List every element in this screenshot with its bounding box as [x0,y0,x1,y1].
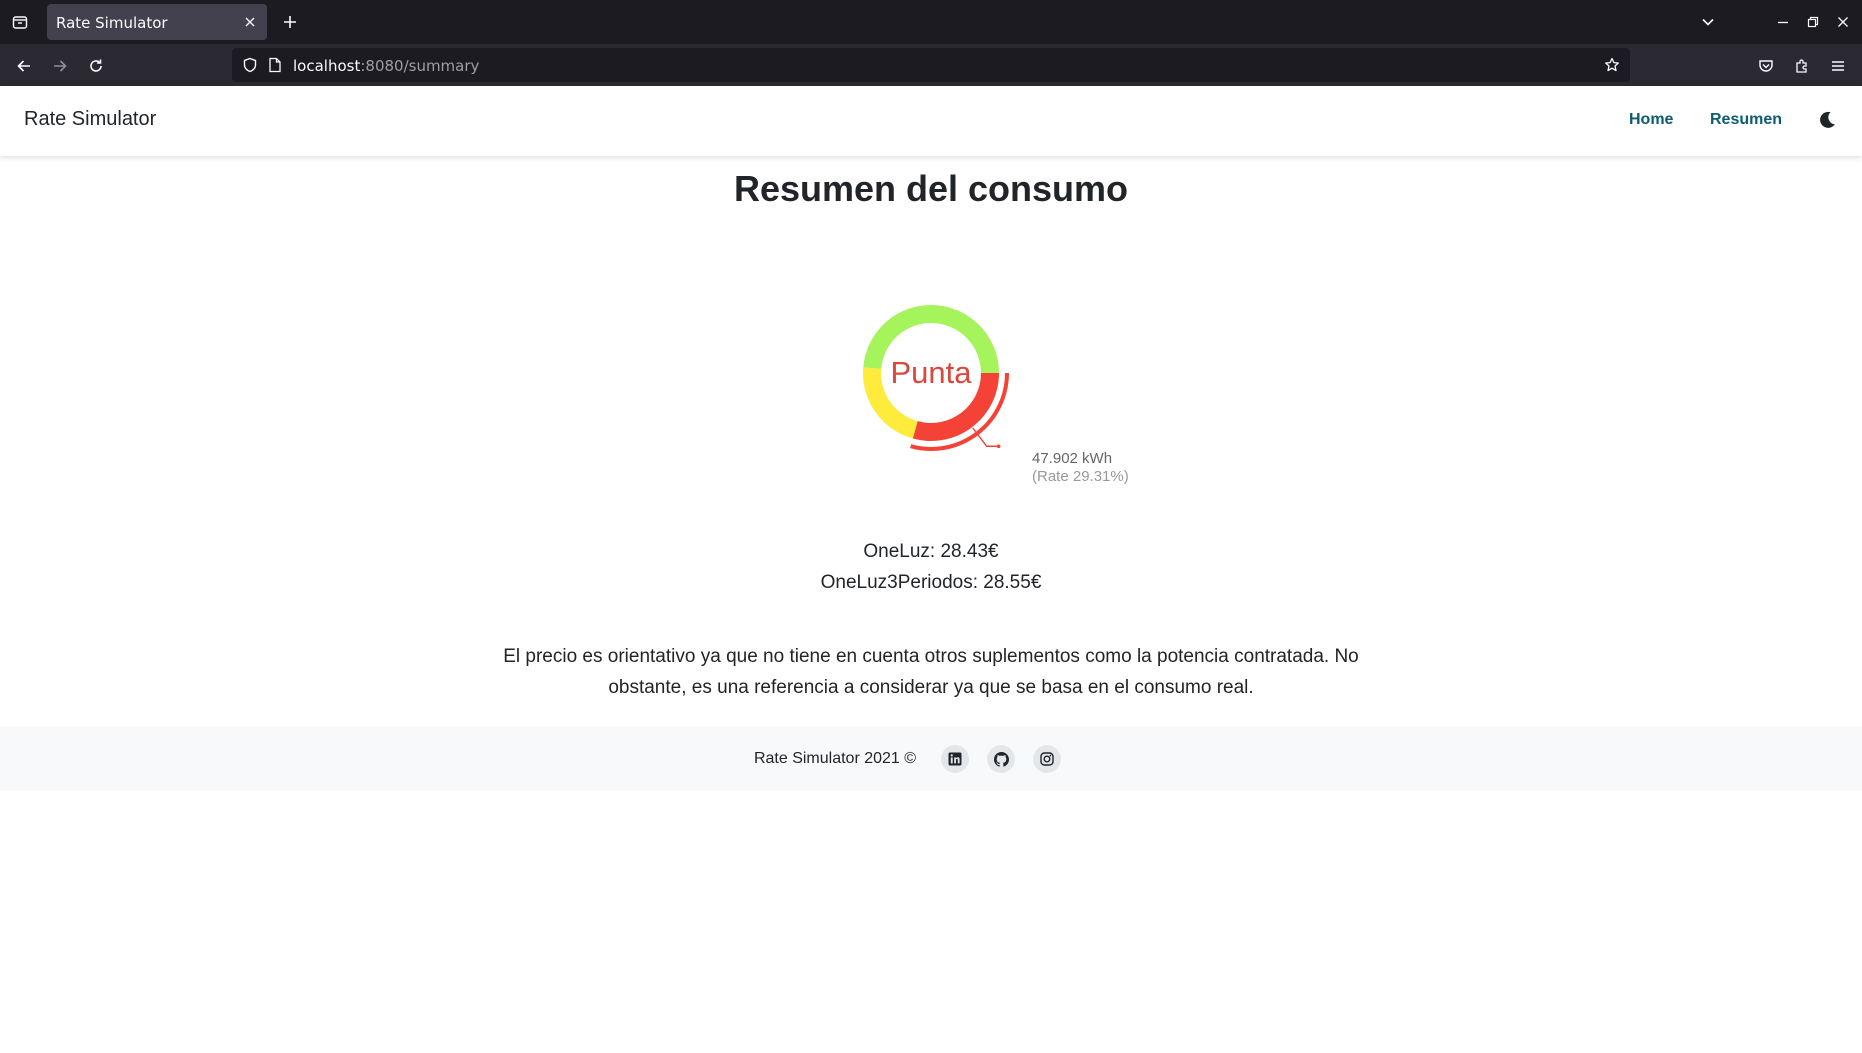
price-oneluz3periodos: OneLuz3Periodos: 28.55€ [820,572,1042,593]
disclaimer-text: El precio es orientativo ya que no tiene… [503,646,1359,698]
page-info-icon[interactable] [266,56,284,74]
donut-svg: Punta 47.902 kWh (Rate 29.31%) [863,304,1129,485]
minimize-icon[interactable] [1771,10,1795,34]
new-tab-icon[interactable] [278,10,302,34]
tracking-protection-icon[interactable] [240,55,260,75]
url-host: localhost [293,57,361,75]
leader-dot [996,444,1001,449]
address-bar[interactable]: localhost:8080/summary [232,48,1630,82]
close-tab-icon[interactable] [241,13,259,31]
forward-icon[interactable] [47,53,73,79]
back-icon[interactable] [11,53,37,79]
consumption-donut-chart: Punta 47.902 kWh (Rate 29.31%) [831,280,1151,500]
nav-link-home[interactable]: Home [1629,111,1673,129]
list-all-tabs-icon[interactable] [1696,10,1720,34]
copyright-text: Rate Simulator 2021 © [753,750,917,767]
browser-tab-bar: Rate Simulator [0,0,1862,44]
tab-list-icon[interactable] [8,10,32,34]
donut-center-label: Punta [890,355,972,390]
price-oneluz: OneLuz: 28.43€ [863,541,999,562]
browser-toolbar: localhost:8080/summary [0,44,1862,86]
footer: Rate Simulator 2021 © [0,727,1862,791]
app-navbar: Rate Simulator Home Resumen [0,86,1862,156]
tab-title: Rate Simulator [56,14,168,32]
price-list: OneLuz: 28.43€ OneLuz3Periodos: 28.55€ [0,536,1862,598]
restore-icon[interactable] [1801,10,1825,34]
linkedin-icon[interactable] [941,745,970,773]
bookmark-star-icon[interactable] [1602,55,1622,75]
instagram-icon[interactable] [1033,745,1062,773]
pocket-icon[interactable] [1753,53,1779,79]
moon-icon[interactable] [1815,108,1839,132]
nav-link-resumen[interactable]: Resumen [1710,111,1782,129]
close-window-icon[interactable] [1831,10,1855,34]
leader-line [972,427,999,447]
slice-rate-label: (Rate 29.31%) [1032,468,1129,485]
slice-value-label: 47.902 kWh [1032,450,1112,467]
browser-tab[interactable]: Rate Simulator [47,4,267,40]
menu-icon[interactable] [1825,53,1851,79]
github-icon[interactable] [987,745,1016,773]
url-path: :8080/summary [360,57,480,75]
url-text: localhost:8080/summary [293,57,479,75]
brand[interactable]: Rate Simulator [24,108,156,131]
extensions-icon[interactable] [1789,53,1815,79]
page-title: Resumen del consumo [733,168,1129,209]
reload-icon[interactable] [83,53,109,79]
